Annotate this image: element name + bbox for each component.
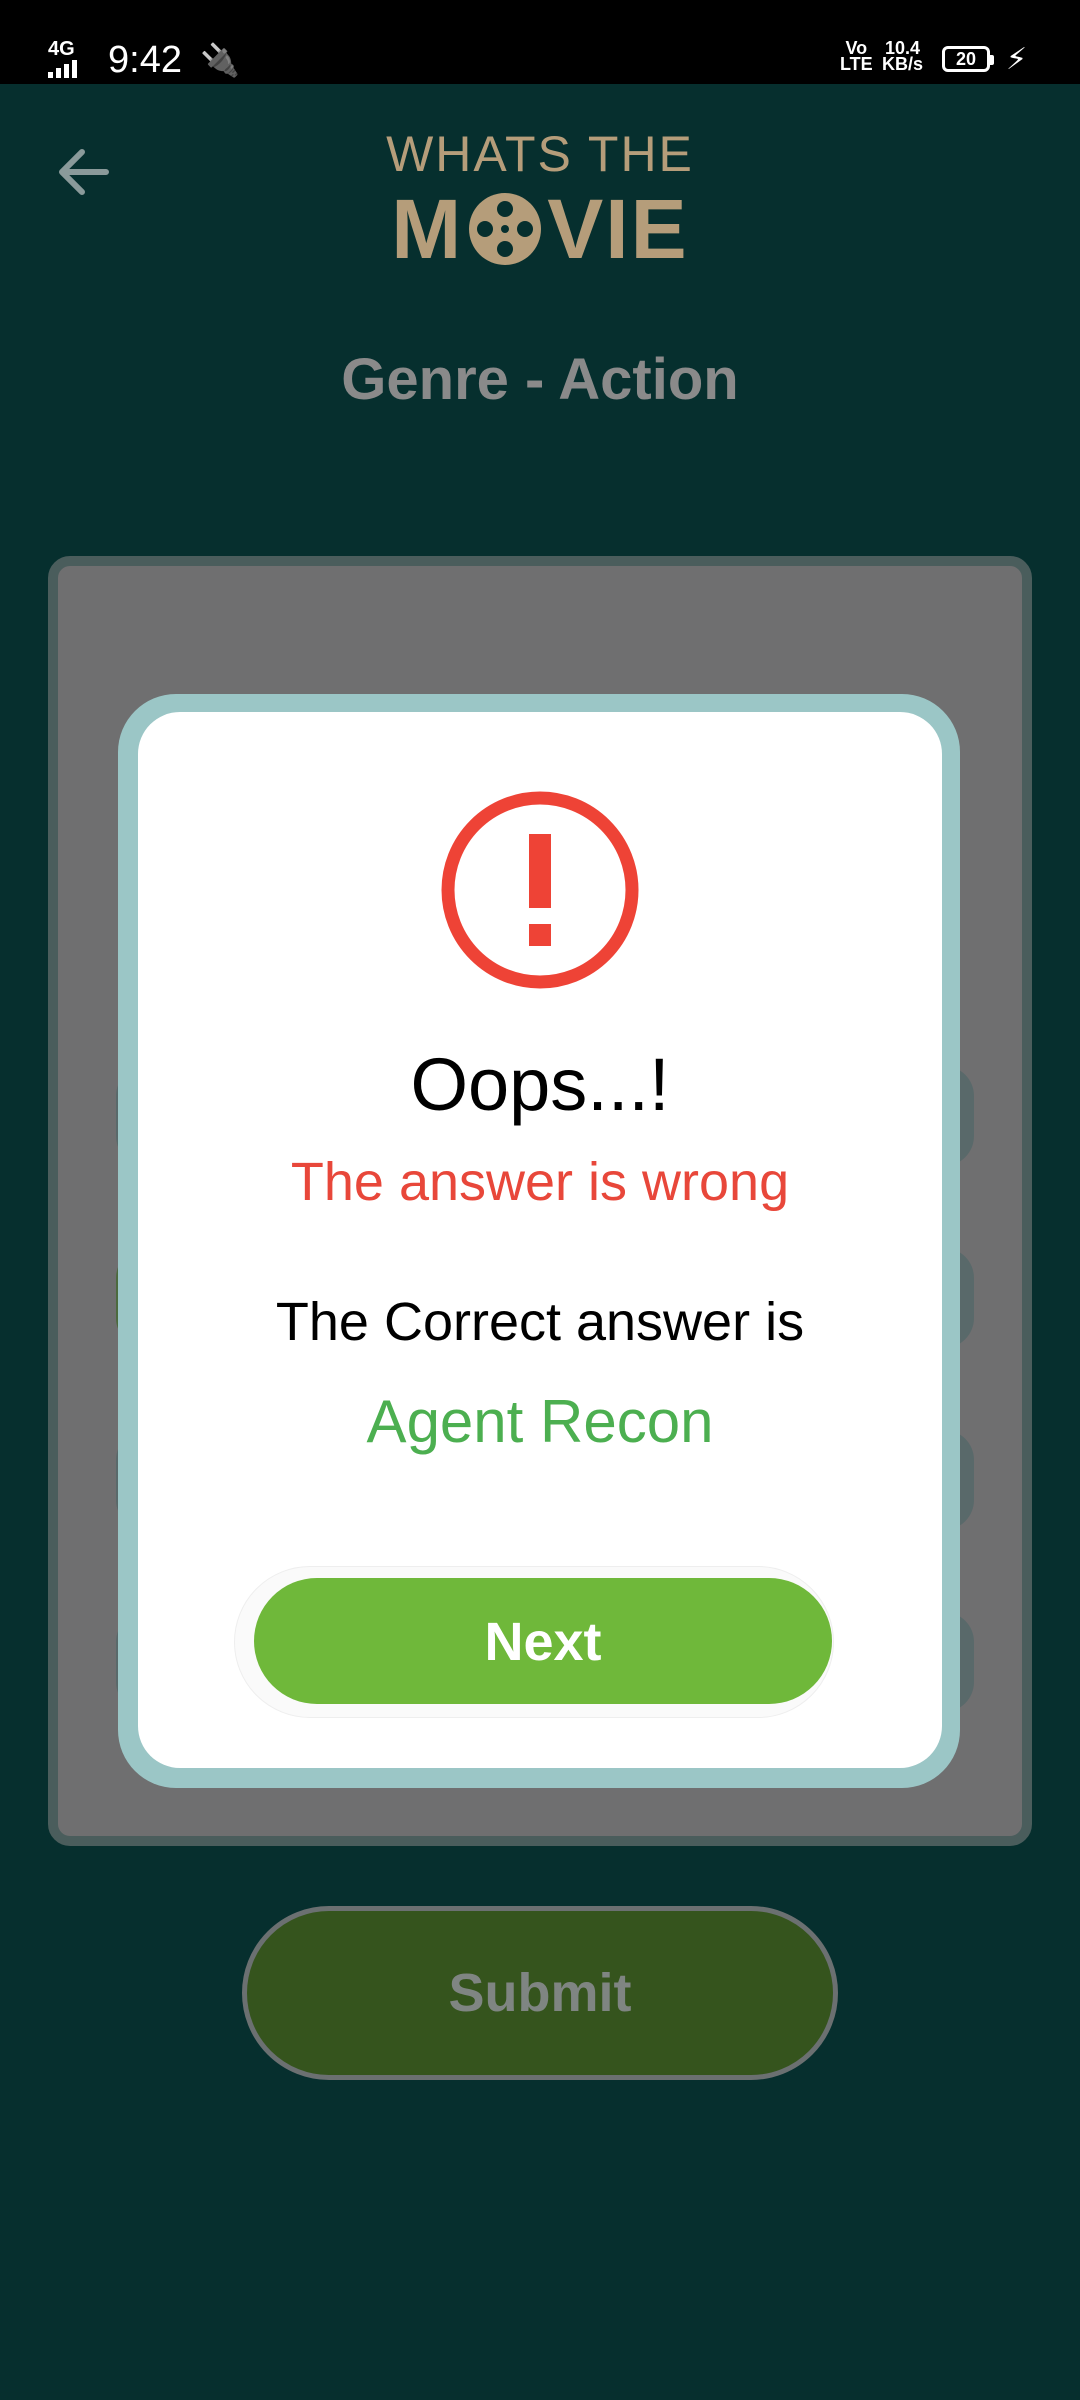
battery-icon: 20: [942, 46, 994, 72]
correct-answer-label: The Correct answer is: [275, 1292, 805, 1352]
usb-icon: 🔌: [200, 42, 240, 78]
network-indicator: 4G: [48, 38, 77, 78]
submit-button[interactable]: Submit: [242, 1906, 838, 2080]
status-bar: 4G 9:42 🔌 Vo LTE 10.4 KB/s 20 ⚡: [0, 0, 1080, 84]
network-speed: 10.4 KB/s: [882, 39, 924, 74]
exclamation-circle-icon: [441, 791, 639, 989]
volte-indicator: Vo LTE: [840, 39, 873, 74]
logo-top-text: WHATS THE: [386, 126, 694, 182]
volte-bottom: LTE: [840, 54, 873, 74]
battery-level: 20: [955, 49, 977, 69]
dialog-subtitle: The answer is wrong: [290, 1152, 790, 1212]
logo-letter-m: M: [391, 182, 464, 276]
clock: 9:42: [108, 39, 182, 81]
film-reel-icon: [469, 193, 542, 265]
genre-title: Genre - Action: [341, 347, 739, 412]
speed-unit: KB/s: [882, 54, 924, 74]
network-type: 4G: [48, 38, 75, 60]
dialog-title: Oops...!: [410, 1043, 670, 1126]
signal-icon: [48, 60, 77, 78]
next-button[interactable]: Next: [254, 1578, 832, 1704]
result-dialog: Oops...! The answer is wrong The Correct…: [138, 712, 942, 1768]
logo-letters-vie: VIE: [547, 182, 689, 276]
logo-bottom-text: M VIE: [0, 184, 1080, 274]
lightning-bolt-icon: ⚡: [1006, 43, 1028, 76]
app-logo: WHATS THE M VIE: [0, 124, 1080, 274]
correct-answer-value: Agent Recon: [366, 1388, 714, 1455]
